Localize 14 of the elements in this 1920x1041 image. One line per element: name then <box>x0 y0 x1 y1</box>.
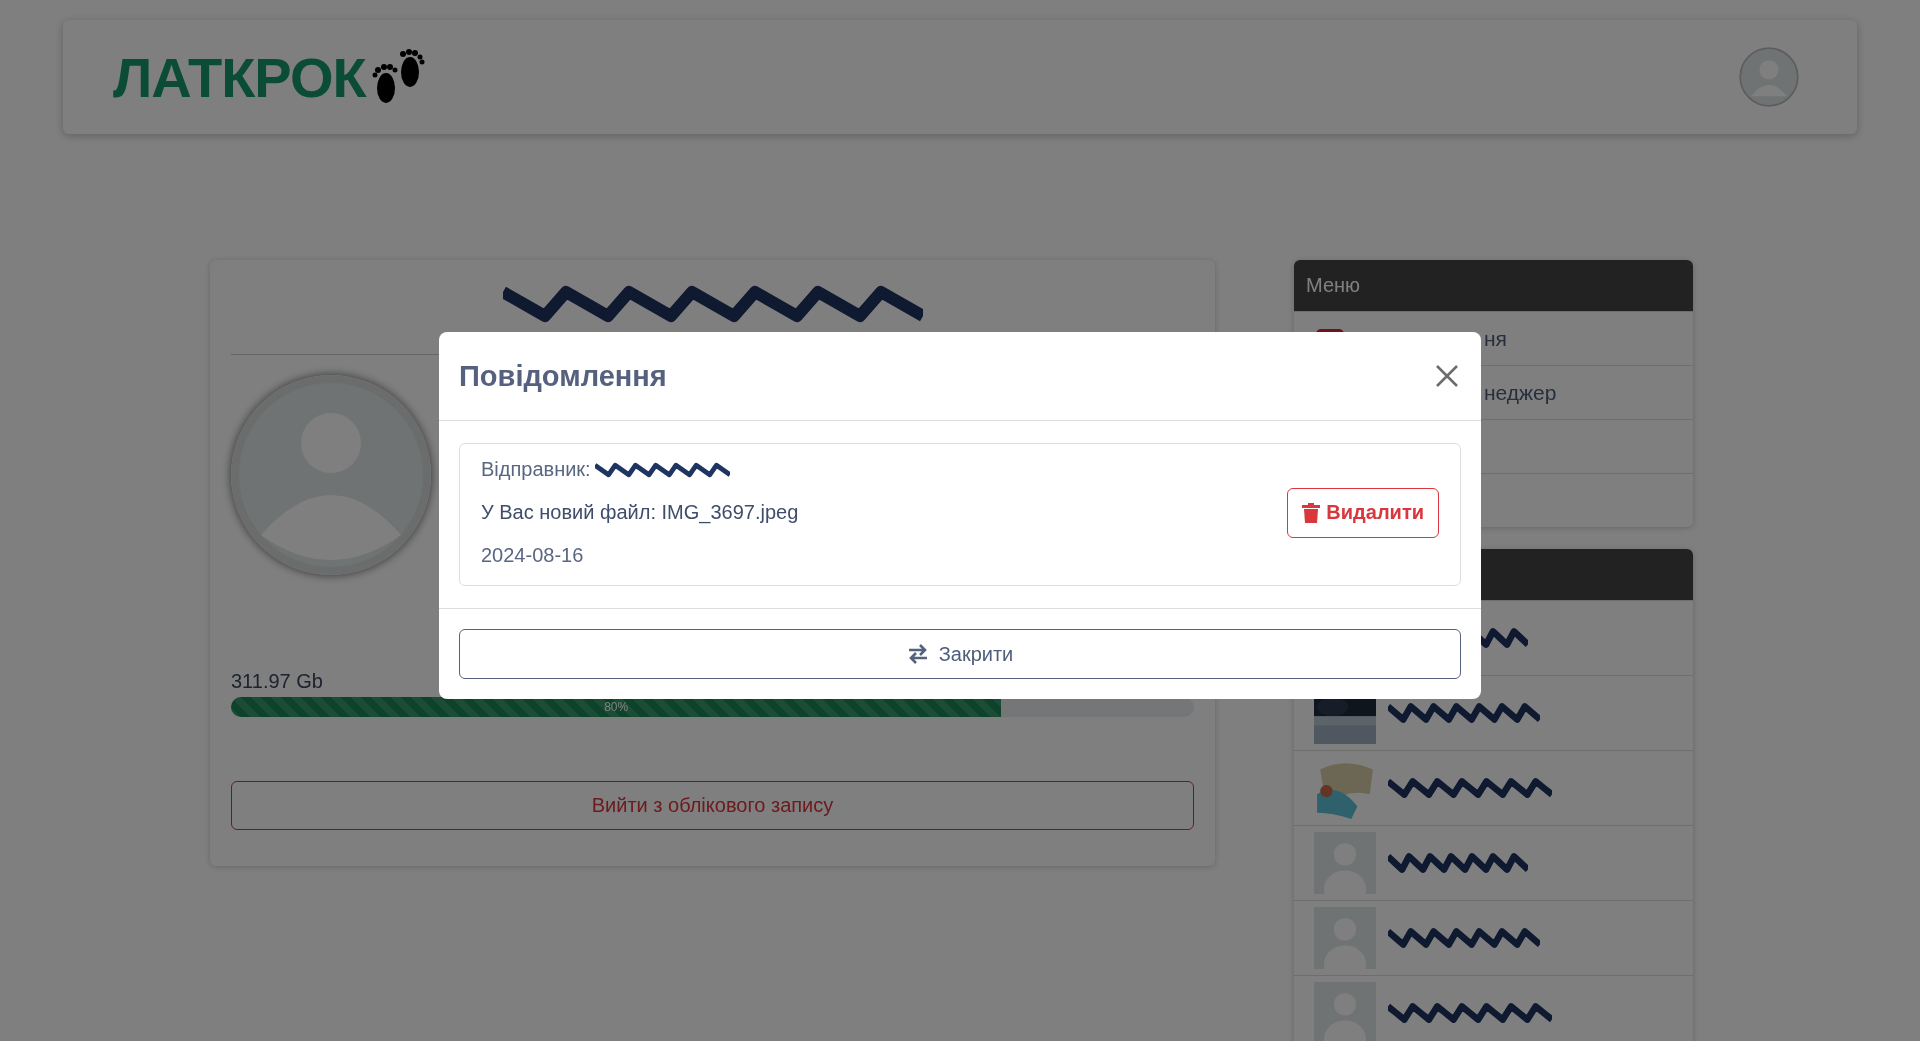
profile-avatar-icon <box>231 375 431 575</box>
storage-size: 311.97 Gb <box>231 670 324 693</box>
close-button[interactable]: Закрити <box>459 629 1461 679</box>
dialog-title: Повідомлення <box>459 359 667 393</box>
menu-title: Меню <box>1294 260 1693 311</box>
message-text: У Вас новий файл: IMG_3697.jpeg <box>481 501 799 524</box>
message-date: 2024-08-16 <box>481 544 585 567</box>
logo-text: ЛАТКРОК <box>113 44 366 110</box>
sender-label: Відправник: <box>481 458 591 481</box>
progress-label: 80% <box>604 700 629 714</box>
delete-button[interactable]: Видалити <box>1287 487 1439 538</box>
trash-icon <box>1302 502 1321 523</box>
logout-button[interactable]: Вийти з облікового запису <box>231 781 1194 830</box>
swap-arrows-icon <box>906 644 929 664</box>
